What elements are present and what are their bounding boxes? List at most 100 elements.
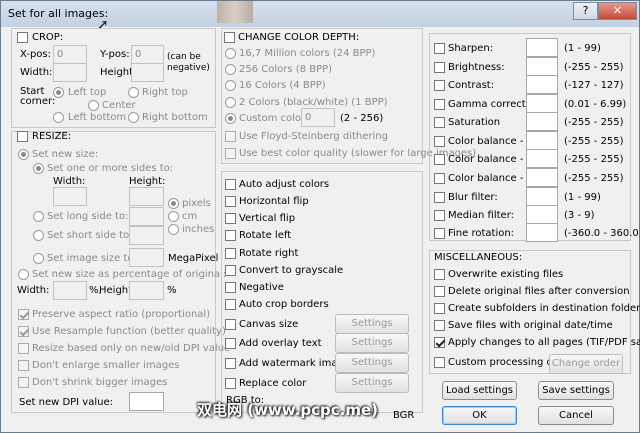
create-subfolders-in-destination-folder-checkbox[interactable] — [434, 303, 445, 314]
blur-filter-checkbox[interactable] — [434, 192, 445, 203]
replace-color-settings-button[interactable]: Settings — [335, 373, 409, 393]
median-filter-checkbox[interactable] — [434, 210, 445, 221]
saturation-input[interactable] — [526, 112, 558, 131]
apply-changes-to-all-pages-tif-pdf-saving-checkbox[interactable] — [434, 337, 445, 348]
contrast-input[interactable] — [526, 75, 558, 94]
dont-enlarge-label: Don't enlarge smaller images — [32, 360, 180, 371]
resize-width-input[interactable] — [53, 187, 87, 206]
depth-8bpp-radio[interactable] — [225, 64, 236, 75]
rotate-left-checkbox[interactable] — [225, 230, 236, 241]
negative-checkbox[interactable] — [225, 282, 236, 293]
resize-dpi-checkbox[interactable] — [18, 343, 29, 354]
unit-pixels-radio[interactable] — [168, 198, 179, 209]
short-side-input[interactable] — [129, 226, 164, 245]
fine-rotation-checkbox[interactable] — [434, 228, 445, 239]
median-filter-input[interactable] — [526, 205, 558, 224]
auto-crop-borders-checkbox[interactable] — [225, 299, 236, 310]
add-watermark-image-checkbox[interactable] — [225, 358, 236, 369]
best-quality-checkbox[interactable] — [225, 148, 236, 159]
canvas-size-checkbox[interactable] — [225, 319, 236, 330]
ok-button[interactable]: OK — [442, 406, 517, 425]
sharpen-input[interactable] — [526, 38, 558, 57]
corner-left-bottom-radio[interactable] — [53, 112, 64, 123]
one-or-both-sides-radio[interactable] — [33, 163, 44, 174]
depth-1bpp-radio[interactable] — [225, 97, 236, 108]
resize-height-input[interactable] — [129, 187, 164, 206]
depth-24bpp-radio[interactable] — [225, 48, 236, 59]
long-side-radio[interactable] — [33, 211, 44, 222]
save-settings-button[interactable]: Save settings — [538, 381, 614, 400]
rotate-right-checkbox[interactable] — [225, 248, 236, 259]
delete-original-files-after-conversion-checkbox[interactable] — [434, 286, 445, 297]
color-balance-g-input[interactable] — [526, 149, 558, 168]
dont-enlarge-checkbox[interactable] — [18, 360, 29, 371]
dpi-input[interactable] — [129, 392, 164, 411]
color-balance-g-checkbox[interactable] — [434, 154, 445, 165]
auto-adjust-colors-checkbox[interactable] — [225, 179, 236, 190]
overlay-text-settings-button[interactable]: Settings — [335, 333, 409, 353]
overwrite-existing-files-checkbox[interactable] — [434, 269, 445, 280]
resize-checkbox[interactable] — [17, 131, 28, 142]
depth-4bpp-radio[interactable] — [225, 80, 236, 91]
color-depth-checkbox[interactable] — [224, 32, 235, 43]
corner-right-bottom-radio[interactable] — [128, 112, 139, 123]
close-icon[interactable]: ✕ — [598, 2, 637, 20]
resample-checkbox[interactable] — [18, 326, 29, 337]
color-balance-b-range: (-255 - 255) — [564, 173, 624, 184]
gamma-correction-checkbox[interactable] — [434, 99, 445, 110]
crop-xpos-input[interactable]: 0 — [53, 45, 87, 64]
set-new-size-label: Set new size: — [32, 149, 99, 160]
crop-checkbox[interactable] — [17, 32, 28, 43]
percentage-radio[interactable] — [18, 269, 29, 280]
brightness-input[interactable] — [526, 57, 558, 76]
replace-color-checkbox[interactable] — [225, 378, 236, 389]
custom-colors-input[interactable]: 0 — [301, 108, 335, 127]
save-files-with-original-date-time-checkbox[interactable] — [434, 320, 445, 331]
fine-rotation-input[interactable] — [526, 223, 558, 242]
unit-inches-radio[interactable] — [168, 224, 179, 235]
long-side-input[interactable] — [129, 207, 164, 226]
help-icon[interactable]: ? — [573, 2, 598, 20]
crop-width-input[interactable] — [53, 63, 87, 82]
corner-right-top-radio[interactable] — [128, 87, 139, 98]
color-balance-b-input[interactable] — [526, 168, 558, 187]
add-overlay-text-checkbox[interactable] — [225, 338, 236, 349]
preserve-aspect-checkbox[interactable] — [18, 309, 29, 320]
contrast-checkbox[interactable] — [434, 80, 445, 91]
saturation-checkbox[interactable] — [434, 117, 445, 128]
custom-colors-radio[interactable] — [225, 113, 236, 124]
cancel-button[interactable]: Cancel — [538, 406, 614, 425]
crop-ypos-input[interactable]: 0 — [131, 45, 164, 64]
corner-center-radio[interactable] — [88, 100, 99, 111]
horizontal-flip-checkbox[interactable] — [225, 196, 236, 207]
color-balance-r-input[interactable] — [526, 131, 558, 150]
color-depth-title: CHANGE COLOR DEPTH: — [238, 32, 360, 43]
change-order-button[interactable]: Change order — [549, 354, 623, 374]
convert-to-grayscale-checkbox[interactable] — [225, 265, 236, 276]
floyd-dithering-checkbox[interactable] — [225, 131, 236, 142]
color-balance-r-checkbox[interactable] — [434, 136, 445, 147]
color-balance-b-checkbox[interactable] — [434, 173, 445, 184]
set-new-size-radio[interactable] — [18, 149, 29, 160]
dont-shrink-checkbox[interactable] — [18, 377, 29, 388]
image-size-input[interactable] — [129, 248, 164, 267]
crop-height-input[interactable] — [131, 63, 164, 82]
image-size-radio[interactable] — [33, 253, 44, 264]
color-balance-g-label: Color balance - G: — [448, 154, 538, 165]
gamma-correction-input[interactable] — [526, 94, 558, 113]
corner-left-top-radio[interactable] — [53, 87, 64, 98]
sharpen-checkbox[interactable] — [434, 43, 445, 54]
custom-processing-order-checkbox[interactable] — [434, 357, 445, 368]
percent-height-input[interactable] — [129, 281, 164, 300]
load-settings-button[interactable]: Load settings — [442, 381, 517, 400]
unit-cm-radio[interactable] — [168, 211, 179, 222]
corner-left-bottom-label: Left bottom — [68, 112, 127, 123]
vertical-flip-checkbox[interactable] — [225, 213, 236, 224]
brightness-checkbox[interactable] — [434, 62, 445, 73]
blur-filter-input[interactable] — [526, 187, 558, 206]
canvas-size-settings-button[interactable]: Settings — [335, 314, 409, 334]
percent-width-input[interactable] — [53, 281, 87, 300]
watermark-image-settings-button[interactable]: Settings — [335, 353, 409, 373]
short-side-radio[interactable] — [33, 230, 44, 241]
blur-filter-range: (1 - 99) — [564, 192, 601, 203]
